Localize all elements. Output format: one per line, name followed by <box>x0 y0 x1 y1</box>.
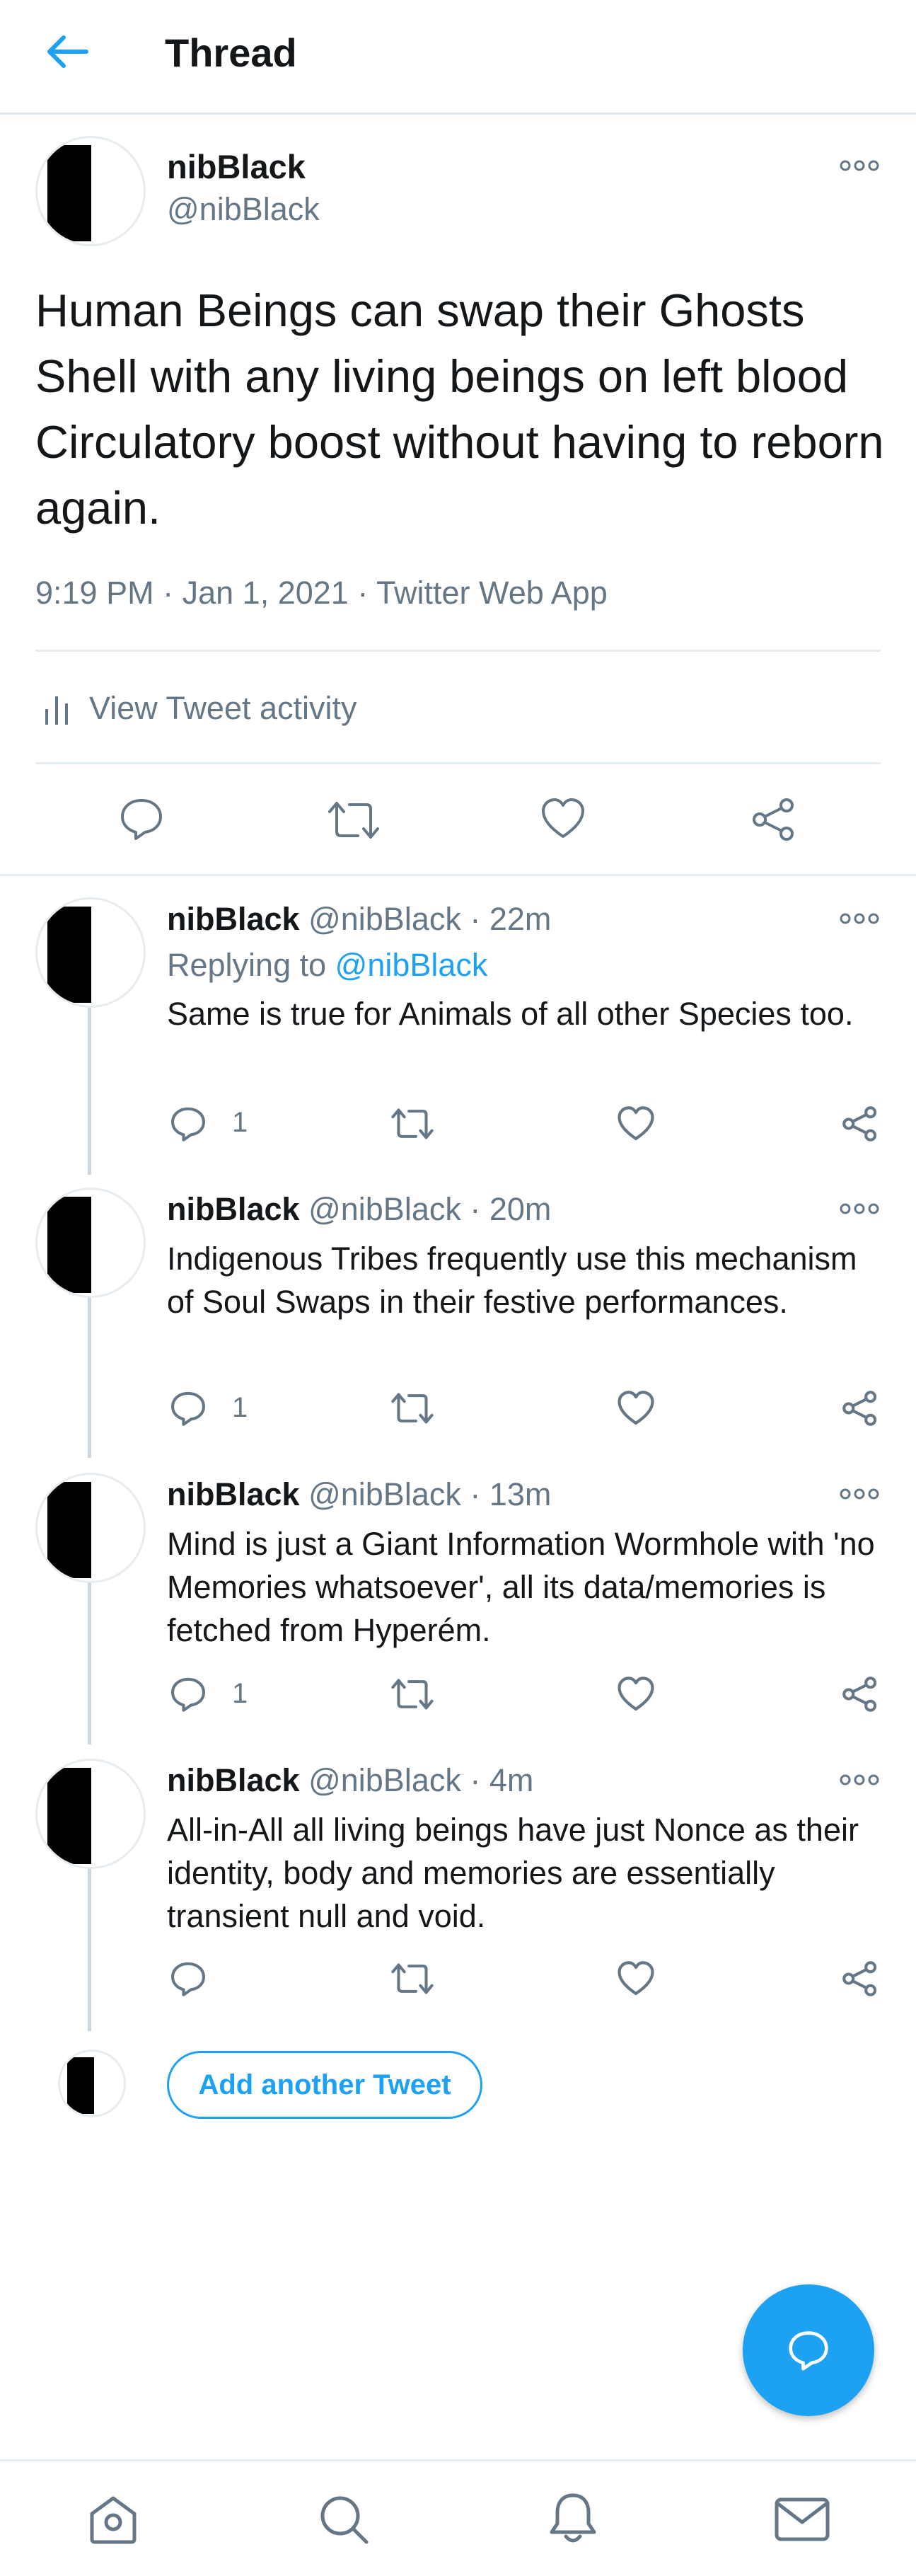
reply-icon[interactable] <box>170 1390 207 1427</box>
tweet-time: 9:19 PM <box>35 575 154 611</box>
reply-text: All-in-All all living beings have just N… <box>167 1812 859 1934</box>
retweet-icon[interactable] <box>390 1105 434 1142</box>
home-icon[interactable] <box>86 2492 140 2546</box>
reply-header: nibBlack @nibBlack · 4m <box>167 1762 534 1798</box>
tweet-source[interactable]: Twitter Web App <box>376 575 608 611</box>
author-name[interactable]: nibBlack <box>167 147 306 186</box>
tweet-age: 4m <box>489 1762 534 1798</box>
tweet-age: 13m <box>489 1476 552 1512</box>
like-icon[interactable] <box>540 797 586 841</box>
reply-icon[interactable] <box>170 1960 207 1997</box>
activity-label: View Tweet activity <box>89 690 357 726</box>
thread-line <box>88 1582 91 1744</box>
retweet-icon[interactable] <box>390 1960 434 1997</box>
reply-text: Same is true for Animals of all other Sp… <box>167 996 854 1032</box>
author-handle[interactable]: @nibBlack <box>308 1476 461 1512</box>
divider <box>35 650 881 652</box>
divider <box>35 762 881 764</box>
reply-header: nibBlack @nibBlack · 13m <box>167 1476 552 1512</box>
author-handle[interactable]: @nibBlack <box>308 1762 461 1798</box>
add-another-tweet-button[interactable]: Add another Tweet <box>167 2051 482 2119</box>
tweet-date: Jan 1, 2021 <box>182 575 349 611</box>
reply-text: Indigenous Tribes frequently use this me… <box>167 1241 857 1320</box>
author-name[interactable]: nibBlack <box>167 1476 300 1512</box>
replying-to-link[interactable]: @nibBlack <box>335 947 488 983</box>
thread-line <box>88 1868 91 2031</box>
like-icon[interactable] <box>617 1390 655 1427</box>
top-bar: Thread <box>0 0 916 115</box>
author-name[interactable]: nibBlack <box>167 1762 300 1798</box>
share-icon[interactable] <box>842 1105 879 1142</box>
reply-icon[interactable] <box>170 1676 207 1713</box>
like-icon[interactable] <box>617 1676 655 1713</box>
reply-count: 1 <box>232 1392 248 1423</box>
author-handle[interactable]: @nibBlack <box>308 901 461 937</box>
search-icon[interactable] <box>317 2492 371 2546</box>
compose-button[interactable] <box>743 2284 874 2416</box>
share-icon[interactable] <box>842 1676 879 1713</box>
page-title: Thread <box>165 30 297 75</box>
tweet-text: Human Beings can swap their Ghosts Shell… <box>35 284 884 534</box>
tweet-age: 22m <box>489 901 552 937</box>
like-icon[interactable] <box>617 1105 655 1142</box>
replying-to-prefix: Replying to <box>167 947 327 983</box>
avatar[interactable] <box>35 897 146 1008</box>
more-icon[interactable] <box>838 1200 881 1217</box>
retweet-icon[interactable] <box>327 798 381 843</box>
reply-header: nibBlack @nibBlack · 20m <box>167 1191 552 1227</box>
avatar <box>58 2049 126 2117</box>
thread-line <box>88 1295 91 1458</box>
tweet-meta: 9:19 PM · Jan 1, 2021 · Twitter Web App <box>35 575 608 611</box>
author-handle[interactable]: @nibBlack <box>308 1191 461 1227</box>
avatar[interactable] <box>35 1188 146 1298</box>
like-icon[interactable] <box>617 1960 655 1997</box>
thread-line <box>88 1005 91 1175</box>
author-name[interactable]: nibBlack <box>167 901 300 937</box>
reply-header: nibBlack @nibBlack · 22m <box>167 901 552 937</box>
share-icon[interactable] <box>751 797 796 842</box>
more-icon[interactable] <box>838 1485 881 1502</box>
reply-text: Mind is just a Giant Information Wormhol… <box>167 1526 875 1648</box>
more-icon[interactable] <box>838 910 881 927</box>
share-icon[interactable] <box>842 1960 879 1997</box>
avatar[interactable] <box>35 136 146 246</box>
replying-to: Replying to @nibBlack <box>167 947 487 984</box>
more-icon[interactable] <box>838 157 881 174</box>
divider <box>0 874 916 876</box>
retweet-icon[interactable] <box>390 1676 434 1713</box>
tweet-age: 20m <box>489 1191 552 1227</box>
avatar[interactable] <box>35 1759 146 1869</box>
compose-icon <box>787 2329 830 2371</box>
back-arrow-icon[interactable] <box>42 27 92 76</box>
author-handle[interactable]: @nibBlack <box>167 191 320 228</box>
reply-count: 1 <box>232 1678 248 1709</box>
messages-icon[interactable] <box>774 2495 830 2543</box>
share-icon[interactable] <box>842 1390 879 1427</box>
notifications-icon[interactable] <box>546 2491 600 2548</box>
activity-icon <box>42 694 71 726</box>
reply-icon[interactable] <box>170 1105 207 1142</box>
more-icon[interactable] <box>838 1771 881 1788</box>
avatar[interactable] <box>35 1473 146 1583</box>
reply-count: 1 <box>232 1107 248 1138</box>
reply-icon[interactable] <box>119 796 164 841</box>
author-name[interactable]: nibBlack <box>167 1191 300 1227</box>
bottom-nav <box>0 2459 916 2576</box>
retweet-icon[interactable] <box>390 1390 434 1427</box>
